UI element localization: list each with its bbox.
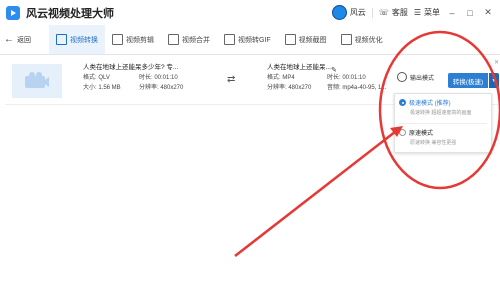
app-logo-icon (6, 5, 20, 20)
title-bar-controls: 风云 ☏ 客服 ☰ 菜单 – □ ✕ (331, 5, 494, 20)
output-settings-button[interactable]: 输出模式 (397, 72, 434, 82)
target-resolution: 分辨率: 480x270 (267, 85, 312, 91)
user-avatar-icon (331, 5, 347, 20)
tab-label: 视频合并 (182, 36, 210, 44)
convert-mode-menu: 极速模式 (推荐) 极速转换 超超速度高的画面 原速模式 原速转换 兼容性更强 (394, 93, 492, 153)
back-label: 返回 (17, 36, 31, 44)
source-format: 格式: QLV (83, 75, 110, 81)
convert-button[interactable]: 转换(极速) (448, 73, 488, 88)
headset-icon: ☏ (378, 8, 389, 17)
video-placeholder-icon (25, 72, 49, 88)
video-edit-icon (112, 34, 123, 45)
radio-unchecked-icon (399, 129, 406, 136)
source-size: 大小: 1.56 MB (83, 85, 121, 91)
tab-label: 视频截图 (298, 36, 327, 44)
option-description: 原速转换 兼容性更强 (410, 140, 457, 146)
arrow-left-icon: ← (4, 34, 14, 45)
app-title: 风云视频处理大师 (26, 7, 114, 20)
customer-service-label: 客服 (391, 8, 408, 17)
option-title: 原速模式 (409, 131, 434, 137)
user-name: 风云 (349, 8, 366, 17)
edit-name-icon[interactable]: ✎ (331, 66, 337, 74)
source-resolution: 分辨率: 480x270 (139, 85, 184, 91)
minimize-button[interactable]: – (446, 8, 458, 18)
optimize-icon (340, 34, 352, 45)
target-format: 格式: MP4 (267, 75, 295, 81)
divider (399, 123, 487, 124)
radio-checked-icon (399, 99, 406, 106)
close-window-button[interactable]: ✕ (482, 7, 494, 18)
video-thumbnail (12, 64, 62, 98)
tab-video-edit[interactable]: 视频剪辑 (105, 25, 161, 54)
customer-service-button[interactable]: ☏ 客服 (379, 7, 408, 18)
target-info: 人类在地球上还能呆... 格式: MP4 时长: 00:01:10 分辨率: 4… (267, 63, 386, 93)
source-file-name: 人类在地球上还能呆多少年? 专... (83, 64, 179, 71)
target-duration: 时长: 00:01:10 (327, 75, 366, 81)
option-title: 极速模式 (推荐) (409, 101, 451, 107)
source-info: 人类在地球上还能呆多少年? 专... 格式: QLV 时长: 00:01:10 … (83, 63, 183, 93)
tab-video-convert[interactable]: 视频转换 (49, 25, 105, 54)
tool-navbar: ← 返回 视频转换 视频剪辑 视频合并 视频转GIF 视频截图 视频优化 (0, 25, 500, 55)
tab-video-optimize[interactable]: 视频优化 (334, 25, 390, 54)
convert-mode-dropdown-button[interactable]: ▼ (489, 73, 499, 88)
video-convert-icon (56, 34, 67, 45)
tab-label: 视频转GIF (238, 36, 271, 44)
tab-video-gif[interactable]: 视频转GIF (217, 25, 278, 54)
user-account[interactable]: 风云 (331, 5, 366, 20)
annotation-arrow-line (234, 127, 401, 257)
title-bar: 风云视频处理大师 风云 ☏ 客服 ☰ 菜单 – □ ✕ (0, 0, 500, 25)
maximize-button[interactable]: □ (464, 8, 476, 18)
menu-button[interactable]: ☰ 菜单 (414, 7, 440, 18)
remove-file-icon[interactable]: ✕ (494, 59, 499, 66)
video-merge-icon (168, 34, 179, 45)
back-button[interactable]: ← 返回 (4, 25, 31, 54)
tab-video-merge[interactable]: 视频合并 (161, 25, 217, 54)
gear-icon (397, 72, 407, 82)
shuffle-icon: ⇄ (227, 74, 236, 85)
menu-icon: ☰ (413, 8, 421, 17)
separator (371, 7, 373, 18)
option-description: 极速转换 超超速度高的画面 (410, 110, 472, 116)
tab-label: 视频转换 (70, 36, 98, 44)
tab-label: 视频优化 (354, 36, 383, 44)
menu-label: 菜单 (424, 8, 440, 17)
target-audio: 音频: mp4a-40-95, 1... (327, 85, 387, 91)
tab-video-screenshot[interactable]: 视频截图 (278, 25, 334, 54)
target-file-name: 人类在地球上还能呆... (267, 64, 331, 71)
source-duration: 时长: 00:01:10 (139, 75, 178, 81)
option-fast-mode[interactable]: 极速模式 (推荐) 极速转换 超超速度高的画面 (399, 98, 487, 116)
tab-label: 视频剪辑 (126, 36, 154, 44)
output-settings-label: 输出模式 (410, 75, 435, 82)
gif-icon (224, 34, 235, 45)
screenshot-icon (284, 34, 296, 45)
option-normal-mode[interactable]: 原速模式 原速转换 兼容性更强 (399, 128, 487, 146)
